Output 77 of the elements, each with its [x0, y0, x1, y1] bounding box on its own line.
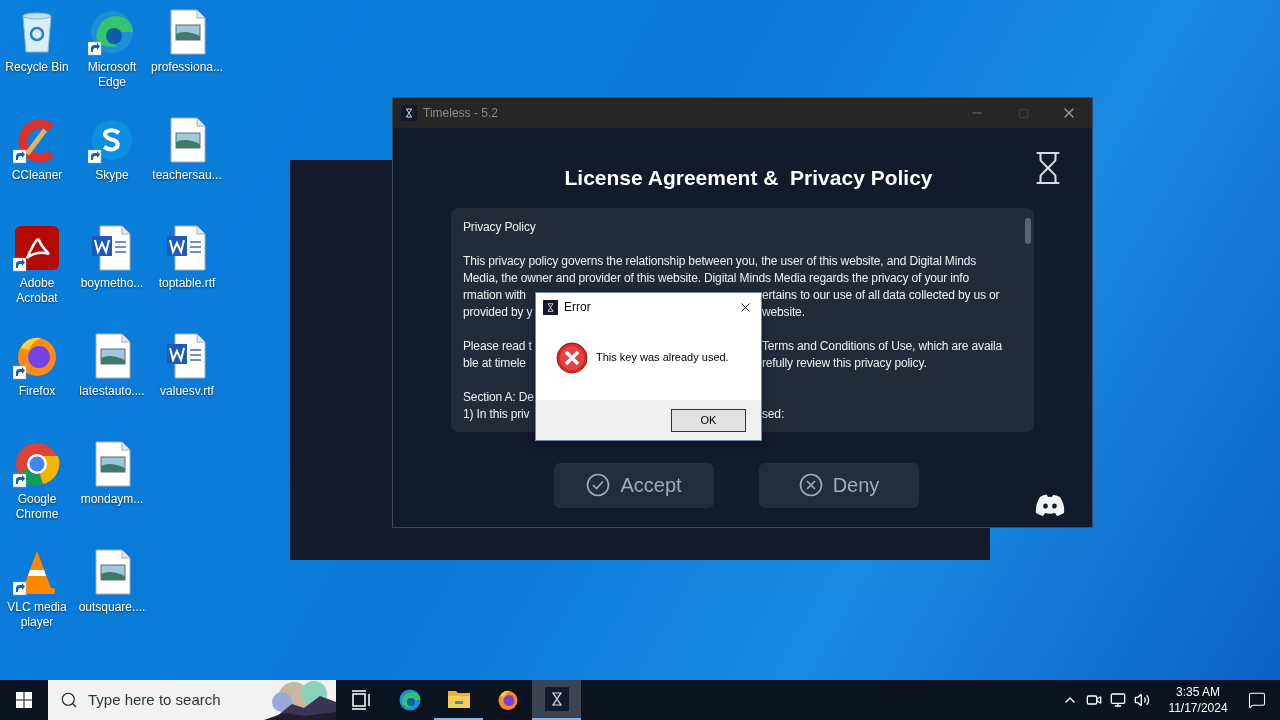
desktop-icon[interactable]: Google Chrome [0, 432, 74, 540]
policy-text-fragment: Please read t [463, 339, 532, 353]
hourglass-icon [543, 299, 558, 315]
hourglass-icon [401, 105, 417, 121]
policy-text: Section A: De [463, 389, 534, 406]
desktop-icon[interactable]: mondaym... [75, 432, 149, 540]
desktop-icon-label: boymetho... [79, 276, 145, 291]
policy-text-fragment: refully review this privacy policy. [762, 355, 927, 372]
notification-icon[interactable] [1248, 691, 1266, 709]
clock[interactable]: 3:35 AM 11/17/2024 [1162, 684, 1234, 716]
desktop-icon[interactable]: CCleaner [0, 108, 74, 216]
desktop-icon[interactable]: VLC media player [0, 540, 74, 648]
search-icon [60, 691, 78, 709]
window-title: Timeless - 5.2 [423, 105, 498, 122]
desktop-icon[interactable]: latestauto.... [75, 324, 149, 432]
desktop-icon[interactable]: Skype [75, 108, 149, 216]
desktop-icon-label: Skype [94, 168, 130, 183]
check-circle-icon [586, 473, 611, 497]
desktop-icon[interactable]: professiona... [150, 0, 224, 108]
accept-button[interactable]: Accept [554, 462, 714, 508]
policy-text-fragment: 1) In this priv [463, 407, 530, 421]
desktop-icon-label: teachersau... [151, 168, 223, 183]
error-icon [556, 341, 588, 374]
desktop-icon-label: Firefox [17, 384, 57, 399]
volume-icon[interactable] [1134, 692, 1150, 708]
desktop-icon-label: Adobe Acrobat [15, 276, 59, 306]
desktop-icon[interactable]: Firefox [0, 324, 74, 432]
policy-text: Media, the owner and provider of this website. Digital Minds Media regards the privacy of your info [463, 270, 970, 287]
desktop-icon-label: Recycle Bin [4, 60, 70, 75]
desktop-icon-label: latestauto.... [78, 384, 146, 399]
search-field[interactable]: Type here to search [48, 680, 336, 720]
desktop-icon[interactable]: teachersau... [150, 108, 224, 216]
search-input[interactable]: Type here to search [88, 688, 258, 712]
clock-date: 11/17/2024 [1168, 700, 1228, 716]
windows-logo-icon [16, 692, 32, 708]
taskbar-app[interactable] [532, 680, 581, 720]
desktop-icon[interactable]: Adobe Acrobat [0, 216, 74, 324]
desktop-icon[interactable]: boymetho... [75, 216, 149, 324]
policy-text: This privacy policy governs the relationship between you, the user of this website, and Digital Minds [463, 253, 977, 270]
desktop-icon-label: Google Chrome [14, 492, 60, 522]
desktop-icon-label: professiona... [150, 60, 224, 75]
policy-text-fragment: sed: [762, 406, 785, 423]
policy-text-fragment: website. [762, 304, 805, 321]
policy-text-fragment: provided by y [463, 305, 533, 319]
policy-text-fragment: ble at timele [463, 356, 526, 370]
dialog-title: Error [564, 299, 591, 316]
task-view-icon [350, 690, 371, 710]
desktop-icon[interactable]: outsquare.... [75, 540, 149, 648]
x-circle-icon [798, 473, 823, 497]
desktop-icon-label: CCleaner [10, 168, 64, 183]
policy-text-fragment: Terms and Conditions of Use, which are availa [762, 338, 1003, 355]
policy-text: Privacy Policy [463, 219, 536, 236]
edge-icon [397, 688, 422, 712]
dialog-heading: License Agreement & Privacy Policy [563, 165, 934, 192]
maximize-icon [1017, 107, 1029, 119]
hourglass-icon [544, 687, 569, 711]
desktop-icon-label: valuesv.rtf [159, 384, 215, 399]
desktop-icon-label: VLC media player [6, 600, 68, 630]
camera-icon[interactable] [1086, 692, 1102, 708]
policy-text-fragment: ertains to our use of all data collected by us or [762, 287, 1000, 304]
error-message: This key was already used. [596, 350, 729, 366]
desktop-icon-label: toptable.rtf [157, 276, 217, 291]
discord-icon[interactable] [1035, 494, 1065, 516]
ok-button[interactable]: OK [671, 408, 746, 432]
policy-text-fragment: rmation with [463, 288, 526, 302]
folder-icon [446, 688, 471, 710]
network-icon[interactable] [1110, 692, 1126, 708]
desktop-icon[interactable]: toptable.rtf [150, 216, 224, 324]
desktop-icon[interactable]: Recycle Bin [0, 0, 74, 108]
scrollbar-thumb[interactable] [1025, 218, 1031, 244]
desktop-icon[interactable]: Microsoft Edge [75, 0, 149, 108]
desktop-icon[interactable]: valuesv.rtf [150, 324, 224, 432]
desktop-icon-label: mondaym... [79, 492, 145, 507]
deny-button[interactable]: Deny [759, 462, 919, 508]
desktop-icon-label: outsquare.... [77, 600, 147, 615]
desktop-icon-label: Microsoft Edge [86, 60, 138, 90]
clock-time: 3:35 AM [1176, 684, 1220, 700]
